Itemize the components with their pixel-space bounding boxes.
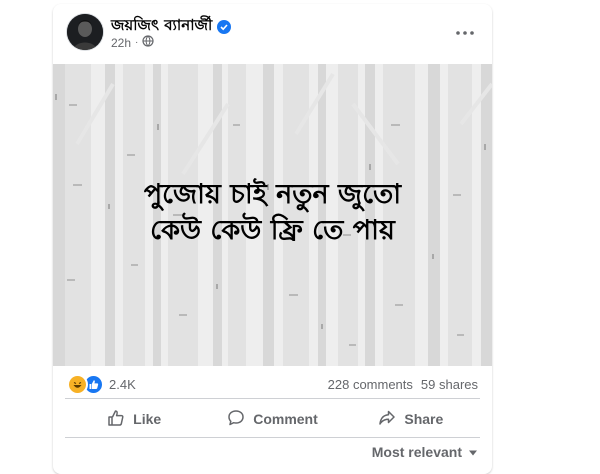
verified-badge-icon [217,19,232,34]
comment-icon [227,409,245,430]
post-card: জয়জিৎ ব্যানার্জী 22h · পুজোয় চাই নতুন … [53,4,492,474]
share-count[interactable]: 59 shares [421,377,478,392]
reactions-summary[interactable]: 2.4K [67,374,136,395]
comment-sort-dropdown[interactable]: Most relevant [372,444,478,460]
post-header: জয়জিৎ ব্যানার্জী 22h · [53,4,492,64]
reaction-count: 2.4K [109,377,136,392]
engagement-counts: 228 comments 59 shares [328,377,478,392]
caption-line-2: কেউ কেউ ফ্রি তে পায় [150,215,395,246]
divider-top [65,398,480,399]
more-options-icon[interactable] [450,18,480,48]
share-arrow-icon [378,409,396,430]
comment-button[interactable]: Comment [203,403,341,435]
caret-down-icon [468,444,478,460]
comment-label: Comment [253,411,318,427]
image-caption: পুজোয় চাই নতুন জুতো কেউ কেউ ফ্রি তে পায… [53,177,492,249]
haha-reaction-icon [67,374,88,395]
comment-count[interactable]: 228 comments [328,377,413,392]
post-time[interactable]: 22h [111,36,131,50]
sort-label: Most relevant [371,444,462,460]
post-meta: 22h · [111,35,154,50]
post-stats: 2.4K 228 comments 59 shares [53,366,492,398]
like-button[interactable]: Like [65,403,203,435]
action-bar: Like Comment Share [65,403,480,435]
caption-line-1: পুজোয় চাই নতুন জুতো [143,179,402,210]
post-image[interactable]: পুজোয় চাই নতুন জুতো কেউ কেউ ফ্রি তে পায… [53,64,492,366]
meta-separator: · [135,37,139,48]
share-button[interactable]: Share [342,403,480,435]
globe-icon[interactable] [142,35,154,50]
like-label: Like [133,411,162,427]
share-label: Share [404,411,444,427]
divider-bottom [65,437,480,438]
author-avatar[interactable] [67,14,103,50]
thumbs-up-icon [107,409,125,430]
